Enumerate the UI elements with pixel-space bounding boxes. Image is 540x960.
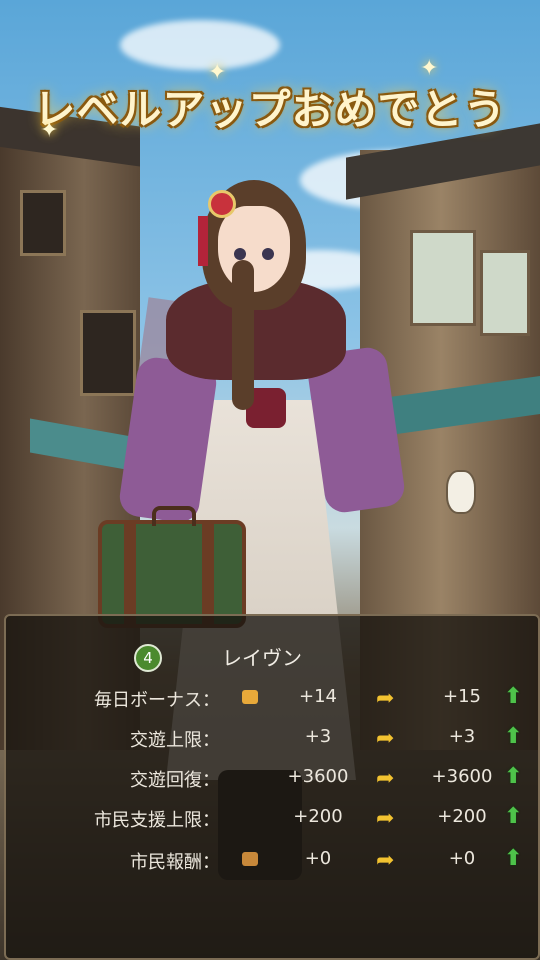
arrow-right-icon: ➦ [376, 806, 395, 831]
stat-before: +200 [293, 806, 343, 827]
stat-row-daily-bonus: 毎日ボーナス： +14 ➦ +15 ⬆ [6, 684, 538, 720]
stat-label: 毎日ボーナス： [94, 690, 220, 711]
coin-pouch-icon [242, 690, 258, 704]
stat-label: 市民支援上限： [94, 810, 220, 831]
stat-after: +3600 [431, 766, 493, 787]
level-up-title: レベルアップおめでとう [33, 85, 507, 134]
cloud [120, 20, 280, 70]
level-badge: 4 [134, 644, 162, 672]
character-name-row: 4 レイヴン [6, 624, 538, 672]
stat-row-social-recovery: 交遊回復： +3600 ➦ +3600 ⬆ [6, 764, 538, 800]
stat-row-social-limit: 交遊上限： +3 ➦ +3 ⬆ [6, 724, 538, 760]
stat-label: 交遊上限： [130, 730, 220, 751]
sparkle-icon: ✦ [420, 56, 439, 81]
sparkle-icon: ✦ [40, 118, 59, 143]
suitcase [98, 506, 246, 628]
stat-after: +200 [437, 806, 487, 827]
up-arrow-icon: ⬆ [504, 724, 523, 749]
stat-row-citizen-reward: 市民報酬： +0 ➦ +0 ⬆ [6, 846, 538, 882]
character-name: レイヴン [222, 646, 302, 670]
stat-row-citizen-support-limit: 市民支援上限： +200 ➦ +200 ⬆ [6, 804, 538, 840]
stat-before: +3 [304, 726, 332, 747]
up-arrow-icon: ⬆ [504, 764, 523, 789]
stat-after: +15 [443, 686, 481, 707]
arrow-right-icon: ➦ [376, 848, 395, 873]
arrow-right-icon: ➦ [376, 726, 395, 751]
stats-panel: 4 レイヴン 毎日ボーナス： +14 ➦ +15 ⬆ 交遊上限： +3 ➦ +3… [4, 614, 540, 960]
stat-label: 市民報酬： [130, 852, 220, 873]
sparkle-icon: ✦ [208, 60, 227, 85]
paper-lantern [446, 470, 476, 514]
arrow-right-icon: ➦ [376, 766, 395, 791]
stat-label: 交遊回復： [130, 770, 220, 791]
stat-after: +0 [448, 848, 476, 869]
level-up-screen[interactable]: レベルアップおめでとう ✦ ✦ ✦ 4 レイヴン 毎日ボーナス： +14 ➦ +… [0, 0, 540, 960]
up-arrow-icon: ⬆ [504, 846, 523, 871]
stat-before: +0 [304, 848, 332, 869]
stat-after: +3 [448, 726, 476, 747]
reward-chest-icon [242, 852, 258, 866]
up-arrow-icon: ⬆ [504, 684, 523, 709]
up-arrow-icon: ⬆ [504, 804, 523, 829]
stat-before: +14 [299, 686, 337, 707]
stat-before: +3600 [287, 766, 349, 787]
arrow-right-icon: ➦ [376, 686, 395, 711]
